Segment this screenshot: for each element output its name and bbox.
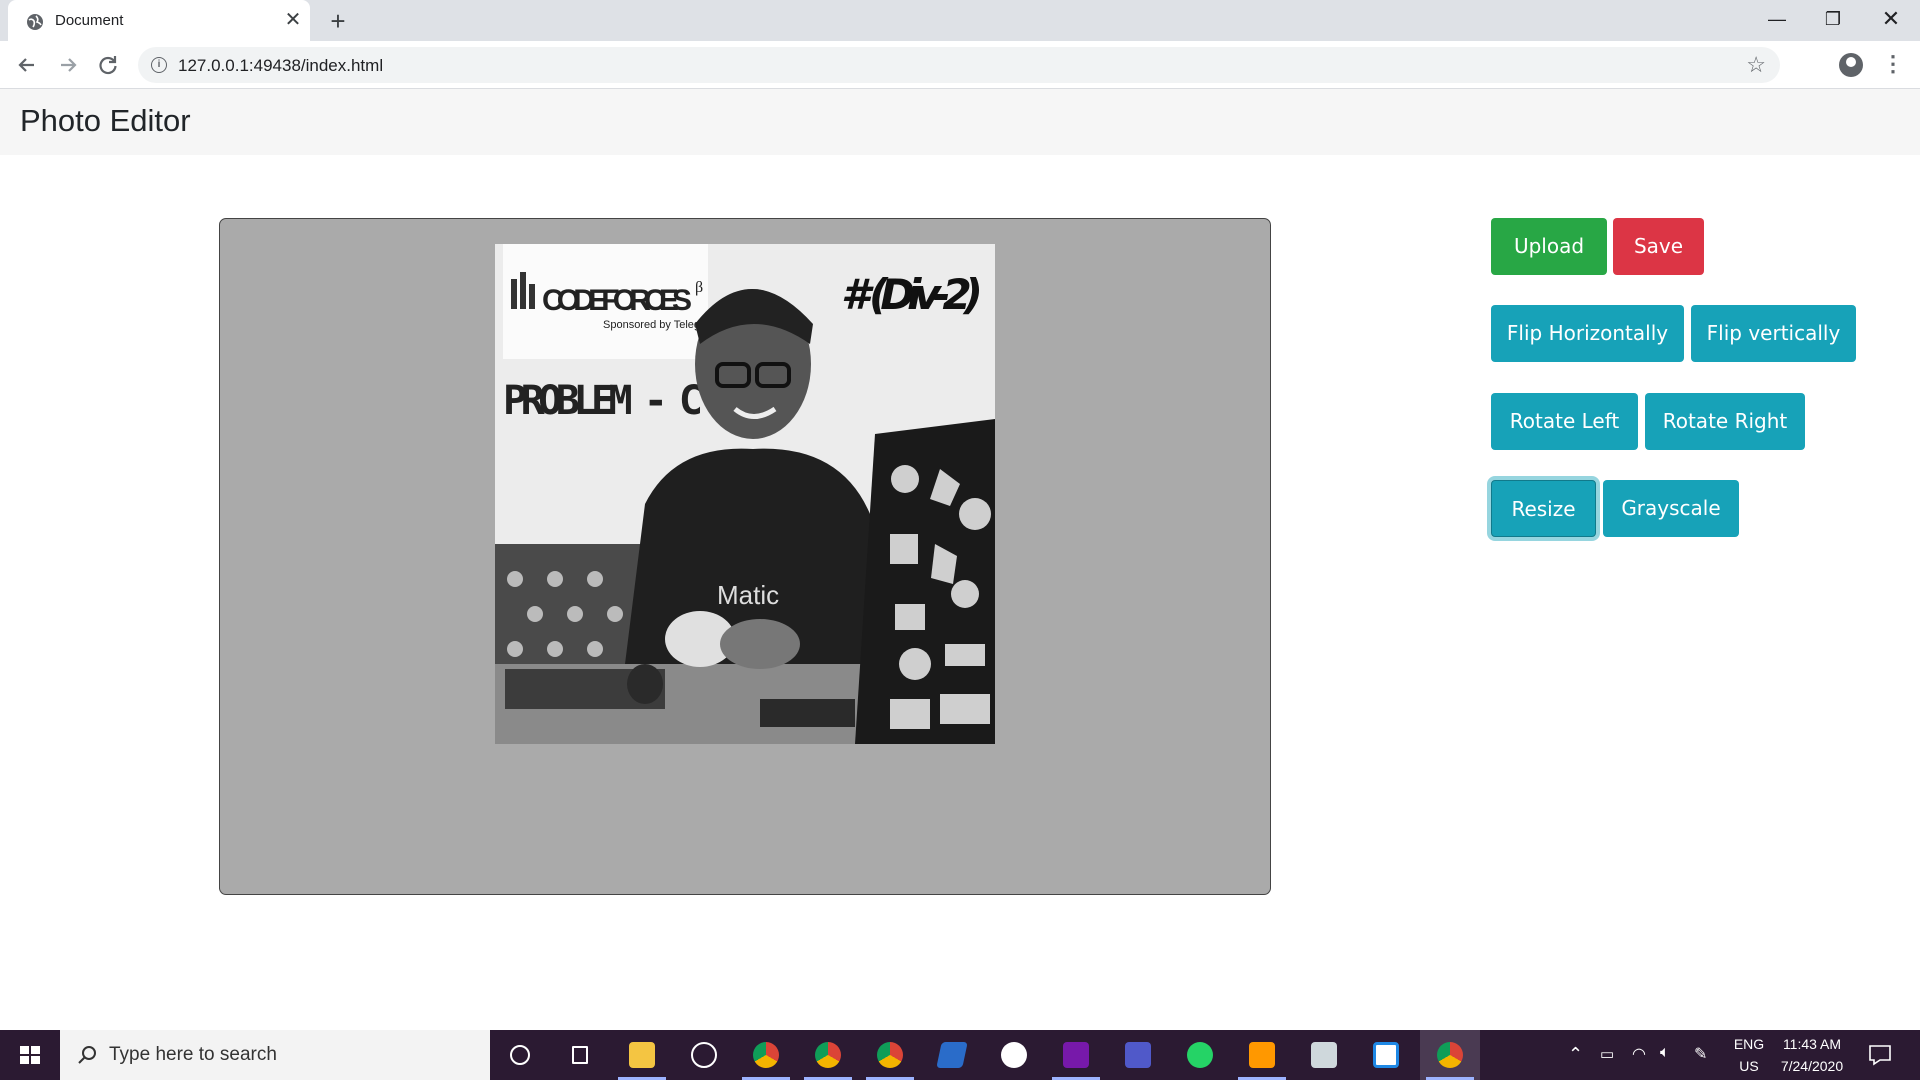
notifications-icon[interactable]	[1868, 1044, 1892, 1066]
app-icon[interactable]	[1294, 1030, 1354, 1080]
rotate-left-button[interactable]: Rotate Left	[1491, 393, 1638, 450]
forward-arrow-icon[interactable]	[53, 50, 83, 80]
browser-tab[interactable]: Document ✕	[8, 0, 310, 41]
url-text[interactable]: 127.0.0.1:49438/index.html	[178, 56, 383, 76]
rotate-right-button[interactable]: Rotate Right	[1645, 393, 1805, 450]
windows-start-icon[interactable]	[0, 1030, 60, 1080]
close-window-button[interactable]: ✕	[1864, 0, 1918, 41]
whatsapp-icon[interactable]	[1170, 1030, 1230, 1080]
address-bar[interactable]: i 127.0.0.1:49438/index.html ☆	[138, 47, 1780, 83]
maximize-button[interactable]: ❐	[1806, 0, 1860, 41]
info-icon[interactable]: i	[151, 57, 167, 73]
task-view-icon[interactable]	[550, 1030, 610, 1080]
chrome-icon[interactable]	[860, 1030, 920, 1080]
obs-icon[interactable]	[674, 1030, 734, 1080]
bookmark-star-icon[interactable]: ☆	[1746, 52, 1766, 78]
globe-icon	[27, 14, 43, 30]
taskbar-search-box[interactable]: Type here to search	[60, 1030, 490, 1080]
photo-logo-text: CODEFORCES	[542, 284, 692, 317]
windows-taskbar: Type here to search ⌃ ▭ ◠ 🔈︎ ✎ ENG US 11…	[0, 1030, 1920, 1080]
teams-icon[interactable]	[1108, 1030, 1168, 1080]
minimize-button[interactable]: —	[1750, 0, 1804, 41]
photo-div-text: # (Div-2)	[841, 270, 983, 319]
app-navbar: Photo Editor	[0, 89, 1920, 155]
pen-icon[interactable]: ✎	[1694, 1044, 1707, 1064]
resize-button[interactable]: Resize	[1491, 480, 1596, 537]
upload-button[interactable]: Upload	[1491, 218, 1607, 275]
photo-shirt-text: Matic	[717, 580, 779, 610]
photo-problem-text: PROBLEM - C	[503, 378, 703, 424]
search-placeholder: Type here to search	[109, 1044, 277, 1065]
clock-date[interactable]: 7/24/2020	[1772, 1058, 1852, 1074]
battery-icon[interactable]: ▭	[1600, 1045, 1614, 1063]
page-title: Photo Editor	[20, 103, 191, 138]
mountain-icon[interactable]	[984, 1030, 1044, 1080]
chrome-icon[interactable]	[736, 1030, 796, 1080]
clock-time[interactable]: 11:43 AM	[1772, 1036, 1852, 1052]
app-icon[interactable]	[1356, 1030, 1416, 1080]
grayscale-button[interactable]: Grayscale	[1603, 480, 1739, 537]
cortana-icon[interactable]	[490, 1030, 550, 1080]
onenote-icon[interactable]	[1046, 1030, 1106, 1080]
reload-icon[interactable]	[93, 50, 123, 80]
volume-icon[interactable]: 🔈︎	[1660, 1044, 1670, 1062]
photo-preview: CODEFORCES β Sponsored by Telegram # (Di…	[495, 244, 995, 744]
new-tab-button[interactable]: +	[324, 7, 352, 35]
powershell-icon[interactable]	[922, 1030, 982, 1080]
browser-toolbar: i 127.0.0.1:49438/index.html ☆ ⋮	[0, 41, 1920, 89]
svg-text:β: β	[695, 279, 703, 296]
wifi-icon[interactable]: ◠	[1632, 1044, 1646, 1064]
image-canvas-area: CODEFORCES β Sponsored by Telegram # (Di…	[219, 218, 1271, 895]
sublime-icon[interactable]	[1232, 1030, 1292, 1080]
flip-vertically-button[interactable]: Flip vertically	[1691, 305, 1856, 362]
file-explorer-icon[interactable]	[612, 1030, 672, 1080]
tab-close-icon[interactable]: ✕	[282, 9, 304, 31]
save-button[interactable]: Save	[1613, 218, 1704, 275]
chevron-up-icon[interactable]: ⌃	[1568, 1044, 1583, 1065]
chrome-icon[interactable]	[1420, 1030, 1480, 1080]
more-menu-icon[interactable]: ⋮	[1882, 50, 1904, 80]
tab-title: Document	[55, 12, 124, 29]
language-indicator[interactable]: ENG	[1731, 1036, 1767, 1052]
flip-horizontally-button[interactable]: Flip Horizontally	[1491, 305, 1684, 362]
search-icon	[78, 1046, 96, 1064]
region-indicator[interactable]: US	[1731, 1058, 1767, 1074]
chrome-icon[interactable]	[798, 1030, 858, 1080]
browser-tabstrip: Document ✕ + — ❐ ✕	[0, 0, 1920, 41]
profile-avatar-icon[interactable]	[1839, 53, 1863, 77]
back-arrow-icon[interactable]	[12, 50, 42, 80]
